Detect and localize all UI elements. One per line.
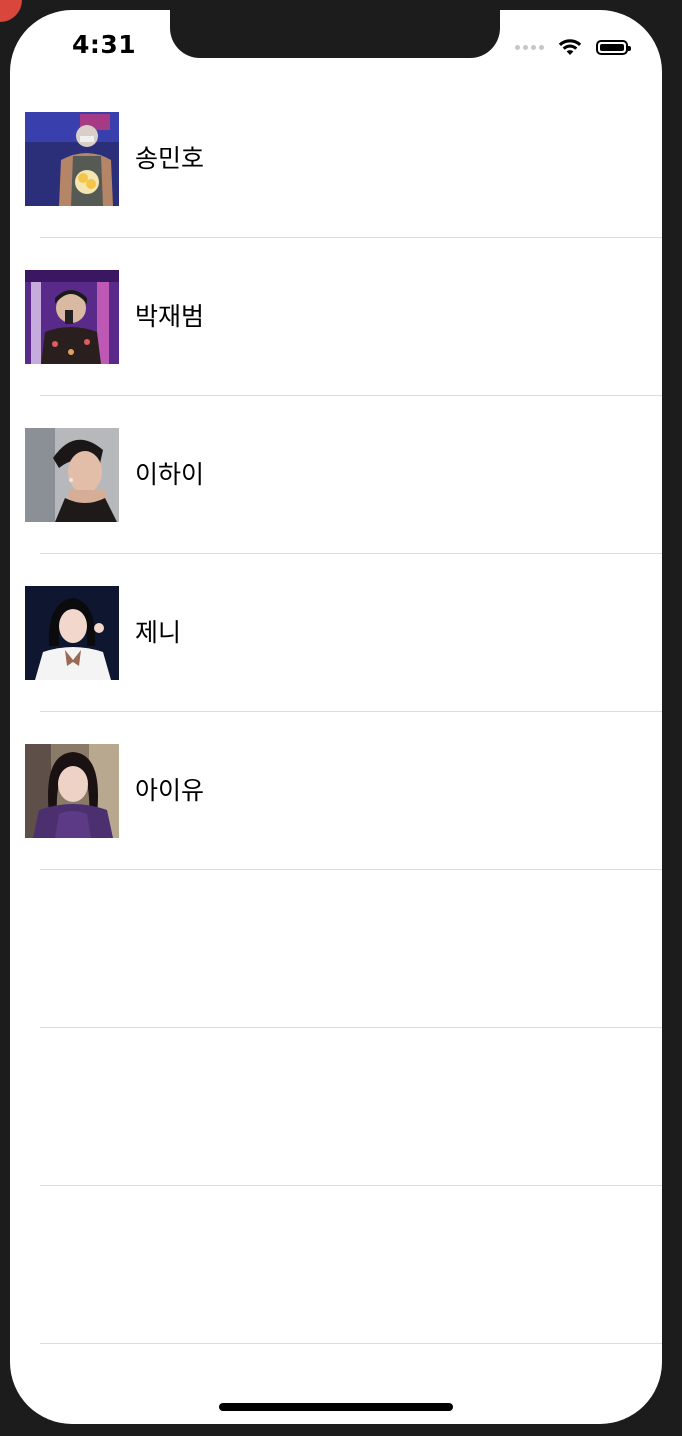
avatar [25,112,119,206]
avatar [25,586,119,680]
status-time: 4:31 [72,30,137,59]
avatar [25,744,119,838]
list-item[interactable]: 이하이 [10,396,662,554]
contact-list: 송민호 박재범 이하이 제니 아이유 [10,80,662,1344]
list-item[interactable]: 아이유 [10,712,662,870]
contact-name: 아이유 [135,776,205,805]
wifi-icon [558,39,582,55]
device-corner [0,0,22,22]
empty-row [10,1028,662,1186]
phone-screen: 4:31 송민호 박재범 이하이 제니 아이유 [10,10,662,1424]
status-indicators [515,36,631,58]
contact-name: 제니 [135,618,182,647]
avatar [25,270,119,364]
cellular-signal-icon [515,44,544,50]
home-indicator[interactable] [219,1403,453,1411]
battery-icon [596,39,631,55]
list-item[interactable]: 송민호 [10,80,662,238]
list-item[interactable]: 제니 [10,554,662,712]
contact-name: 이하이 [135,460,205,489]
empty-row [10,870,662,1028]
avatar [25,428,119,522]
empty-row [10,1186,662,1344]
contact-name: 송민호 [135,144,205,173]
list-item[interactable]: 박재범 [10,238,662,396]
contact-name: 박재범 [135,302,205,331]
device-notch [170,10,500,58]
